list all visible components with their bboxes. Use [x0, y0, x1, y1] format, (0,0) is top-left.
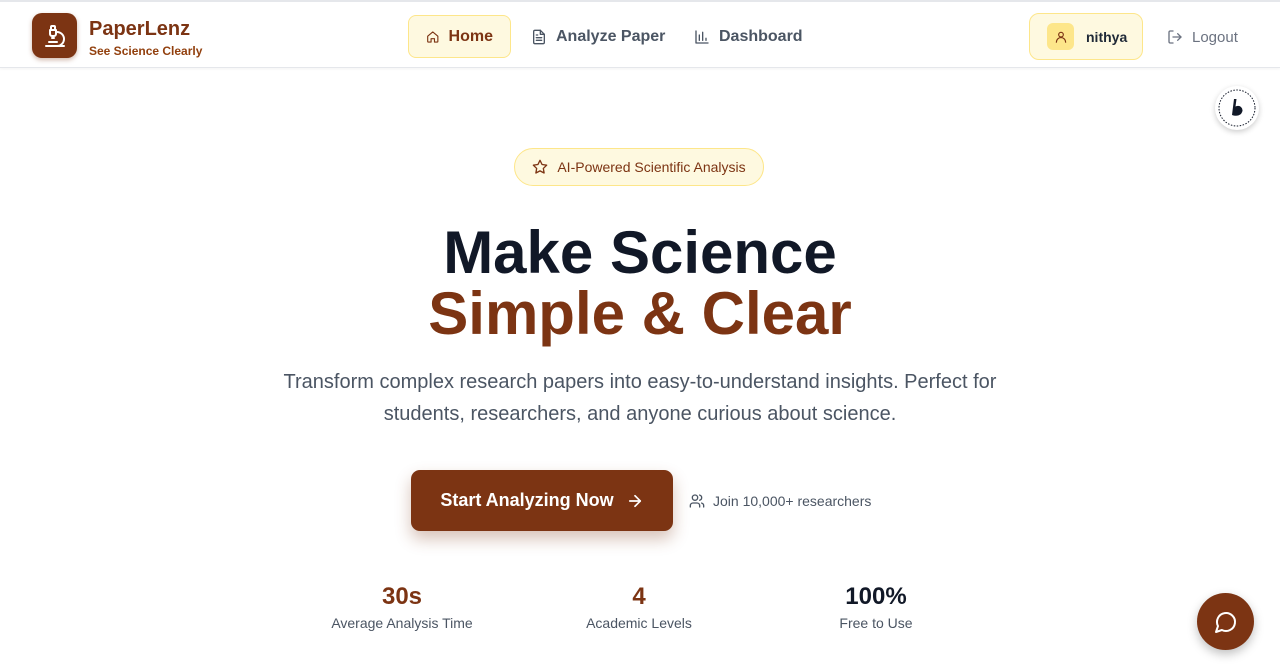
stat-academic-levels: 4 Academic Levels — [539, 583, 739, 631]
brand-name[interactable]: PaperLenz — [89, 18, 190, 41]
file-text-icon — [533, 29, 545, 44]
stat-value: 4 — [632, 583, 646, 610]
nav-analyze-paper[interactable]: Analyze Paper — [514, 15, 682, 58]
nav-analyze-label: Analyze Paper — [556, 27, 666, 45]
users-icon — [689, 494, 705, 508]
hero-title-line2: Simple & Clear — [428, 280, 852, 347]
user-icon — [1055, 31, 1066, 43]
ai-badge-label: AI-Powered Scientific Analysis — [557, 159, 746, 175]
star-icon — [533, 159, 548, 174]
ai-badge: AI-Powered Scientific Analysis — [514, 148, 764, 186]
stat-label: Free to Use — [839, 615, 913, 631]
hero-title-line1: Make Science — [443, 219, 837, 286]
stat-value: 100% — [845, 583, 907, 610]
username: nithya — [1086, 28, 1128, 45]
bolt-logo-icon — [1218, 89, 1256, 127]
hero-description: Transform complex research papers into e… — [283, 371, 997, 425]
join-label: Join 10,000+ researchers — [713, 493, 872, 509]
stat-analysis-time: 30s Average Analysis Time — [302, 583, 502, 631]
microscope-icon — [44, 24, 65, 47]
nav-dashboard[interactable]: Dashboard — [677, 15, 820, 58]
start-analyzing-button[interactable]: Start Analyzing Now — [411, 470, 673, 531]
stat-label: Academic Levels — [586, 615, 692, 631]
brand-tagline: See Science Clearly — [89, 44, 203, 58]
nav-home[interactable]: Home — [408, 15, 511, 58]
nav-home-label: Home — [448, 27, 493, 45]
start-analyzing-label: Start Analyzing Now — [440, 490, 614, 510]
bolt-badge[interactable] — [1215, 86, 1259, 130]
top-navbar: PaperLenz See Science Clearly Home Analy… — [0, 0, 1280, 68]
chat-button[interactable] — [1197, 593, 1254, 650]
avatar — [1047, 23, 1074, 50]
arrow-right-icon — [628, 494, 641, 507]
nav-dashboard-label: Dashboard — [719, 27, 803, 45]
stat-label: Average Analysis Time — [331, 615, 473, 631]
user-profile-chip[interactable]: nithya — [1029, 13, 1143, 60]
logout-label: Logout — [1192, 28, 1238, 46]
brand-logo[interactable] — [32, 13, 77, 58]
message-circle-icon — [1214, 611, 1236, 633]
home-icon — [427, 30, 439, 43]
log-out-icon — [1168, 30, 1182, 44]
join-researchers: Join 10,000+ researchers — [689, 491, 871, 511]
logout-button[interactable]: Logout — [1167, 25, 1238, 49]
bar-chart-icon — [695, 29, 709, 44]
stat-value: 30s — [381, 583, 423, 610]
stat-free-to-use: 100% Free to Use — [776, 583, 976, 631]
